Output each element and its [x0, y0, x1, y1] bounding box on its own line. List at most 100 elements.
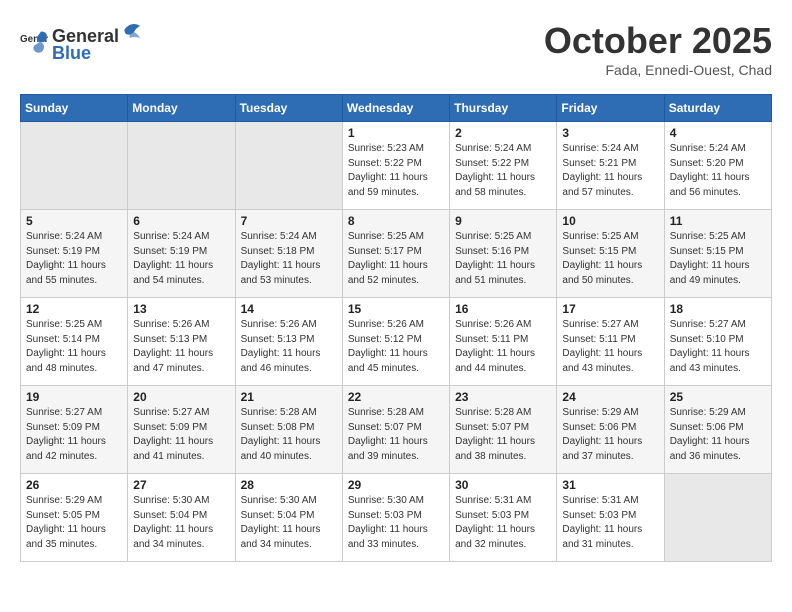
- day-info: Sunrise: 5:29 AM Sunset: 5:06 PM Dayligh…: [670, 406, 766, 464]
- calendar-cell: [128, 122, 235, 210]
- calendar-body: 1 Sunrise: 5:23 AM Sunset: 5:22 PM Daylig…: [21, 122, 772, 562]
- day-number: 10: [562, 214, 658, 228]
- day-info: Sunrise: 5:26 AM Sunset: 5:11 PM Dayligh…: [455, 318, 551, 376]
- day-info: Sunrise: 5:28 AM Sunset: 5:07 PM Dayligh…: [455, 406, 551, 464]
- day-info: Sunrise: 5:31 AM Sunset: 5:03 PM Dayligh…: [562, 494, 658, 552]
- day-info: Sunrise: 5:29 AM Sunset: 5:05 PM Dayligh…: [26, 494, 122, 552]
- day-number: 6: [133, 214, 229, 228]
- day-info: Sunrise: 5:24 AM Sunset: 5:19 PM Dayligh…: [26, 230, 122, 288]
- day-info: Sunrise: 5:26 AM Sunset: 5:12 PM Dayligh…: [348, 318, 444, 376]
- day-info: Sunrise: 5:30 AM Sunset: 5:04 PM Dayligh…: [133, 494, 229, 552]
- day-number: 25: [670, 390, 766, 404]
- logo-icon: General: [20, 28, 48, 56]
- calendar-cell: 13 Sunrise: 5:26 AM Sunset: 5:13 PM Dayli…: [128, 298, 235, 386]
- day-of-week-header: Friday: [557, 95, 664, 122]
- calendar-cell: 6 Sunrise: 5:24 AM Sunset: 5:19 PM Daylig…: [128, 210, 235, 298]
- calendar-cell: 1 Sunrise: 5:23 AM Sunset: 5:22 PM Daylig…: [342, 122, 449, 210]
- calendar-cell: 10Sunrise: 5:25 AM Sunset: 5:15 PM Dayli…: [557, 210, 664, 298]
- day-info: Sunrise: 5:26 AM Sunset: 5:13 PM Dayligh…: [241, 318, 337, 376]
- day-info: Sunrise: 5:31 AM Sunset: 5:03 PM Dayligh…: [455, 494, 551, 552]
- day-number: 28: [241, 478, 337, 492]
- calendar-cell: 26Sunrise: 5:29 AM Sunset: 5:05 PM Dayli…: [21, 474, 128, 562]
- calendar-subtitle: Fada, Ennedi-Ouest, Chad: [544, 62, 772, 78]
- day-info: Sunrise: 5:24 AM Sunset: 5:19 PM Dayligh…: [133, 230, 229, 288]
- logo: General General Blue: [20, 20, 143, 64]
- calendar-cell: 27 Sunrise: 5:30 AM Sunset: 5:04 PM Dayli…: [128, 474, 235, 562]
- day-info: Sunrise: 5:28 AM Sunset: 5:08 PM Dayligh…: [241, 406, 337, 464]
- day-number: 30: [455, 478, 551, 492]
- calendar-table: SundayMondayTuesdayWednesdayThursdayFrid…: [20, 94, 772, 562]
- calendar-cell: 8Sunrise: 5:25 AM Sunset: 5:17 PM Daylig…: [342, 210, 449, 298]
- calendar-cell: 21 Sunrise: 5:28 AM Sunset: 5:08 PM Dayli…: [235, 386, 342, 474]
- day-number: 4: [670, 126, 766, 140]
- day-of-week-header: Wednesday: [342, 95, 449, 122]
- day-info: Sunrise: 5:25 AM Sunset: 5:16 PM Dayligh…: [455, 230, 551, 288]
- day-of-week-header: Saturday: [664, 95, 771, 122]
- calendar-cell: 23 Sunrise: 5:28 AM Sunset: 5:07 PM Dayli…: [450, 386, 557, 474]
- day-info: Sunrise: 5:24 AM Sunset: 5:20 PM Dayligh…: [670, 142, 766, 200]
- calendar-cell: 19 Sunrise: 5:27 AM Sunset: 5:09 PM Dayli…: [21, 386, 128, 474]
- day-of-week-header: Sunday: [21, 95, 128, 122]
- page-header: General General Blue October 2025 Fada, …: [20, 20, 772, 78]
- calendar-cell: 29 Sunrise: 5:30 AM Sunset: 5:03 PM Dayli…: [342, 474, 449, 562]
- day-number: 17: [562, 302, 658, 316]
- day-info: Sunrise: 5:25 AM Sunset: 5:14 PM Dayligh…: [26, 318, 122, 376]
- day-number: 27: [133, 478, 229, 492]
- day-info: Sunrise: 5:26 AM Sunset: 5:13 PM Dayligh…: [133, 318, 229, 376]
- calendar-cell: 12 Sunrise: 5:25 AM Sunset: 5:14 PM Dayli…: [21, 298, 128, 386]
- calendar-cell: 28 Sunrise: 5:30 AM Sunset: 5:04 PM Dayli…: [235, 474, 342, 562]
- day-number: 19: [26, 390, 122, 404]
- calendar-cell: 18Sunrise: 5:27 AM Sunset: 5:10 PM Dayli…: [664, 298, 771, 386]
- day-number: 12: [26, 302, 122, 316]
- day-number: 23: [455, 390, 551, 404]
- day-number: 3: [562, 126, 658, 140]
- day-info: Sunrise: 5:25 AM Sunset: 5:17 PM Dayligh…: [348, 230, 444, 288]
- day-number: 29: [348, 478, 444, 492]
- day-info: Sunrise: 5:27 AM Sunset: 5:11 PM Dayligh…: [562, 318, 658, 376]
- day-number: 20: [133, 390, 229, 404]
- day-info: Sunrise: 5:27 AM Sunset: 5:09 PM Dayligh…: [133, 406, 229, 464]
- calendar-cell: 9Sunrise: 5:25 AM Sunset: 5:16 PM Daylig…: [450, 210, 557, 298]
- day-of-week-header: Tuesday: [235, 95, 342, 122]
- calendar-cell: [235, 122, 342, 210]
- day-of-week-header: Monday: [128, 95, 235, 122]
- day-number: 5: [26, 214, 122, 228]
- calendar-cell: 24 Sunrise: 5:29 AM Sunset: 5:06 PM Dayli…: [557, 386, 664, 474]
- calendar-cell: 5 Sunrise: 5:24 AM Sunset: 5:19 PM Daylig…: [21, 210, 128, 298]
- calendar-cell: 15 Sunrise: 5:26 AM Sunset: 5:12 PM Dayli…: [342, 298, 449, 386]
- day-info: Sunrise: 5:30 AM Sunset: 5:04 PM Dayligh…: [241, 494, 337, 552]
- day-number: 7: [241, 214, 337, 228]
- day-info: Sunrise: 5:27 AM Sunset: 5:09 PM Dayligh…: [26, 406, 122, 464]
- day-number: 31: [562, 478, 658, 492]
- calendar-week-row: 26Sunrise: 5:29 AM Sunset: 5:05 PM Dayli…: [21, 474, 772, 562]
- day-info: Sunrise: 5:30 AM Sunset: 5:03 PM Dayligh…: [348, 494, 444, 552]
- day-number: 14: [241, 302, 337, 316]
- calendar-cell: 20 Sunrise: 5:27 AM Sunset: 5:09 PM Dayli…: [128, 386, 235, 474]
- title-block: October 2025 Fada, Ennedi-Ouest, Chad: [544, 20, 772, 78]
- day-number: 22: [348, 390, 444, 404]
- calendar-title: October 2025: [544, 20, 772, 62]
- day-number: 11: [670, 214, 766, 228]
- calendar-cell: [664, 474, 771, 562]
- day-info: Sunrise: 5:29 AM Sunset: 5:06 PM Dayligh…: [562, 406, 658, 464]
- day-number: 24: [562, 390, 658, 404]
- day-number: 1: [348, 126, 444, 140]
- day-number: 21: [241, 390, 337, 404]
- calendar-week-row: 1 Sunrise: 5:23 AM Sunset: 5:22 PM Daylig…: [21, 122, 772, 210]
- logo-bird-icon: [120, 20, 142, 42]
- calendar-cell: 11 Sunrise: 5:25 AM Sunset: 5:15 PM Dayli…: [664, 210, 771, 298]
- calendar-cell: 2Sunrise: 5:24 AM Sunset: 5:22 PM Daylig…: [450, 122, 557, 210]
- day-number: 2: [455, 126, 551, 140]
- day-of-week-header: Thursday: [450, 95, 557, 122]
- calendar-cell: 3Sunrise: 5:24 AM Sunset: 5:21 PM Daylig…: [557, 122, 664, 210]
- day-info: Sunrise: 5:24 AM Sunset: 5:18 PM Dayligh…: [241, 230, 337, 288]
- day-number: 13: [133, 302, 229, 316]
- day-number: 15: [348, 302, 444, 316]
- day-info: Sunrise: 5:25 AM Sunset: 5:15 PM Dayligh…: [670, 230, 766, 288]
- calendar-cell: 14 Sunrise: 5:26 AM Sunset: 5:13 PM Dayli…: [235, 298, 342, 386]
- calendar-cell: 7 Sunrise: 5:24 AM Sunset: 5:18 PM Daylig…: [235, 210, 342, 298]
- day-info: Sunrise: 5:28 AM Sunset: 5:07 PM Dayligh…: [348, 406, 444, 464]
- day-info: Sunrise: 5:23 AM Sunset: 5:22 PM Dayligh…: [348, 142, 444, 200]
- calendar-week-row: 19 Sunrise: 5:27 AM Sunset: 5:09 PM Dayli…: [21, 386, 772, 474]
- day-number: 18: [670, 302, 766, 316]
